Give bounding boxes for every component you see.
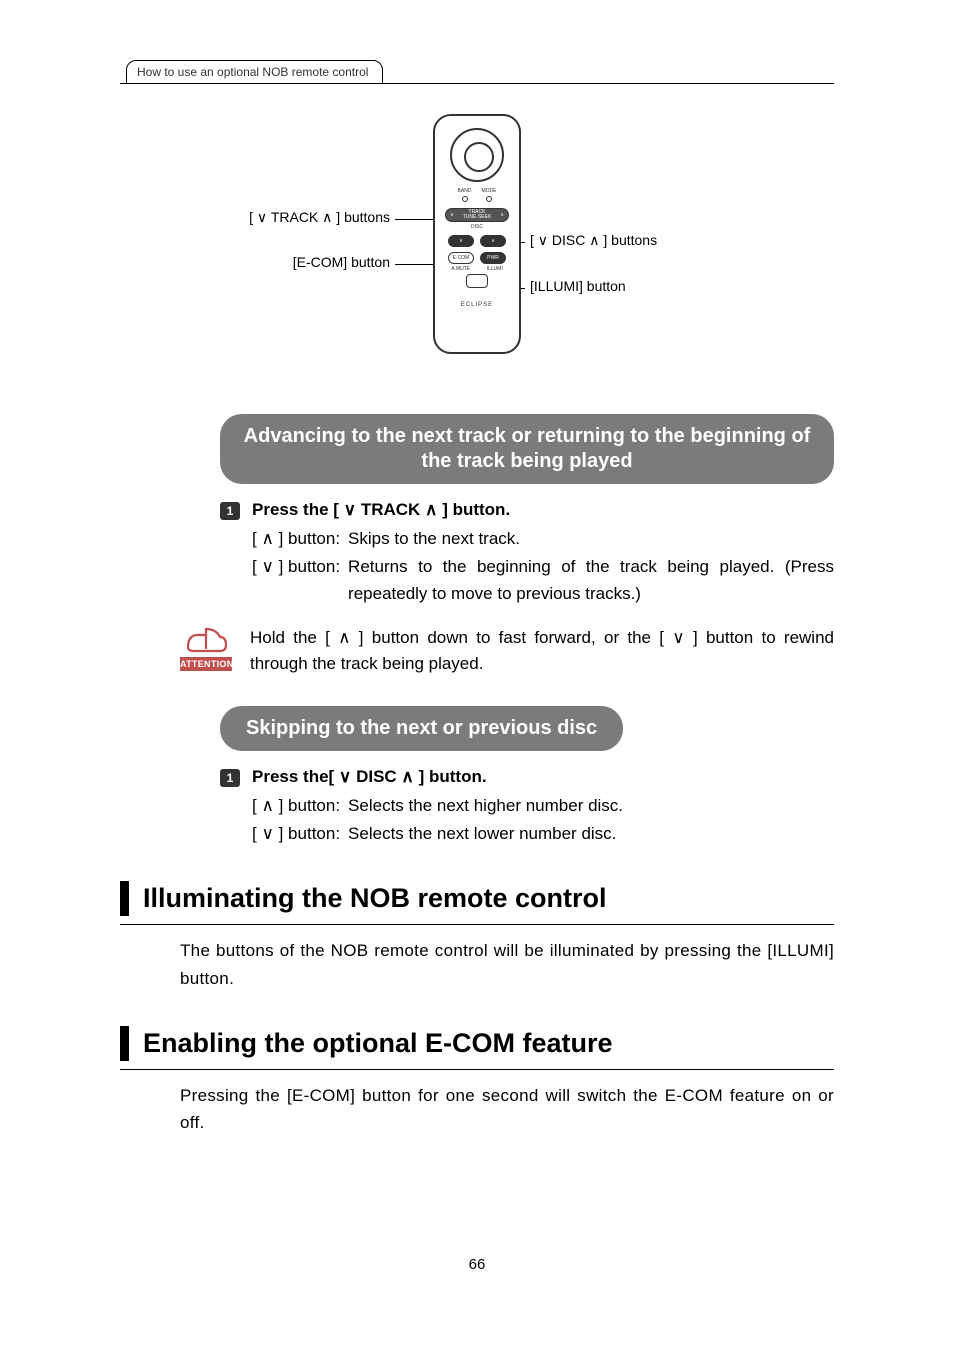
step-text: Press the [ ∨ TRACK ∧ ] button. (252, 500, 510, 520)
attention-block: ATTENTION Hold the [ ∧ ] button down to … (180, 625, 834, 678)
attention-icon: ATTENTION (180, 625, 232, 671)
remote-illumi-button (466, 274, 488, 288)
section-header-track: Advancing to the next track or returning… (220, 414, 834, 484)
breadcrumb-tab: How to use an optional NOB remote contro… (126, 60, 383, 84)
remote-dial (450, 128, 504, 182)
remote-disc-buttons: ∨∧ (435, 235, 519, 247)
step-text: Press the[ ∨ DISC ∧ ] button. (252, 767, 487, 787)
callout-disc-buttons: [ ∨ DISC ∧ ] buttons (530, 232, 657, 249)
remote-ecom-pwr: E·COM PWR (435, 252, 519, 264)
callout-track-buttons: [ ∨ TRACK ∧ ] buttons (190, 209, 390, 226)
remote-track-bar: ∨ TRACKTUNE·SEEK ∧ (445, 208, 509, 222)
ecom-body: Pressing the [E-COM] button for one seco… (180, 1082, 834, 1136)
step-disc-1: 1 Press the[ ∨ DISC ∧ ] button. (220, 767, 834, 787)
callout-ecom-button: [E-COM] button (190, 254, 390, 270)
track-sublist: [ ∧ ] button: Skips to the next track. [… (252, 526, 834, 607)
heading-rule (120, 1069, 834, 1070)
heading-rule (120, 924, 834, 925)
step-badge: 1 (220, 502, 240, 520)
remote-body: BAND MODE ∨ TRACKTUNE·SEEK ∧ DISC ∨∧ E·C… (433, 114, 521, 354)
page-number: 66 (120, 1256, 834, 1273)
step-track-1: 1 Press the [ ∨ TRACK ∧ ] button. (220, 500, 834, 520)
step-badge: 1 (220, 769, 240, 787)
callout-illumi-button: [ILLUMI] button (530, 278, 626, 294)
section-header-disc: Skipping to the next or previous disc (220, 706, 623, 751)
remote-brand: ECLIPSE (435, 302, 519, 308)
heading-ecom: Enabling the optional E-COM feature (120, 1026, 834, 1061)
illum-body: The buttons of the NOB remote control wi… (180, 937, 834, 991)
heading-illuminating: Illuminating the NOB remote control (120, 881, 834, 916)
remote-diagram: [ ∨ TRACK ∧ ] buttons [E-COM] button [ ∨… (120, 114, 834, 394)
disc-sublist: [ ∧ ] button: Selects the next higher nu… (252, 793, 834, 848)
attention-text: Hold the [ ∧ ] button down to fast forwa… (250, 625, 834, 678)
